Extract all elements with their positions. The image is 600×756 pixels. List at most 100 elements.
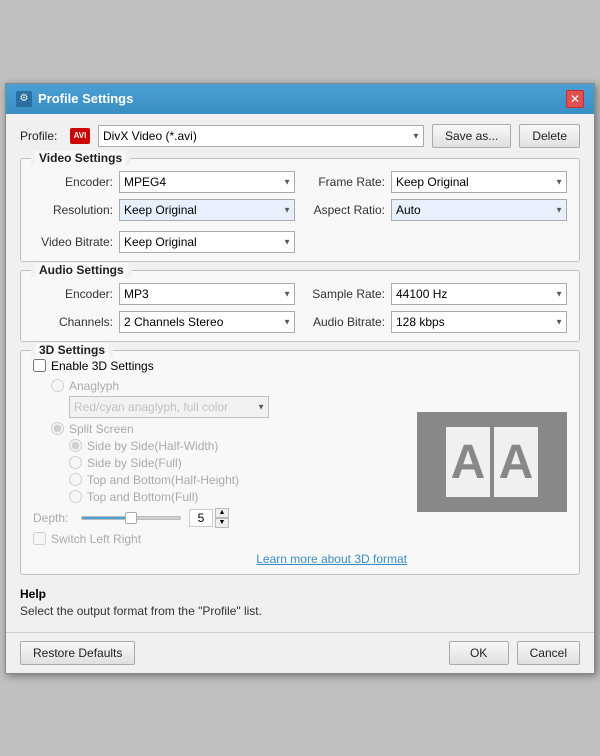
video-settings-grid: Encoder: MPEG4 Frame Rate: Keep Original (33, 171, 567, 253)
audio-encoder-select-wrapper: MP3 (119, 283, 295, 305)
depth-down-arrow[interactable]: ▼ (215, 518, 229, 528)
aa-letter-1: A (446, 427, 490, 497)
channels-select[interactable]: 2 Channels Stereo (119, 311, 295, 333)
anaglyph-row: Anaglyph (51, 379, 407, 393)
resolution-label: Resolution: (33, 203, 113, 217)
audio-settings-section: Audio Settings Encoder: MP3 Sample Rate: (20, 270, 580, 342)
anaglyph-select-wrapper-outer: Red/cyan anaglyph, full color (69, 396, 407, 418)
frame-rate-row: Frame Rate: Keep Original (305, 171, 567, 193)
save-as-button[interactable]: Save as... (432, 124, 511, 148)
restore-defaults-button[interactable]: Restore Defaults (20, 641, 135, 665)
depth-label: Depth: (33, 511, 73, 525)
encoder-select-wrapper: MPEG4 (119, 171, 295, 193)
channels-row: Channels: 2 Channels Stereo (33, 311, 295, 333)
split-option4-radio[interactable] (69, 490, 82, 503)
depth-number-input[interactable] (189, 509, 213, 527)
audio-encoder-label: Encoder: (33, 287, 113, 301)
learn-more-link[interactable]: Learn more about 3D format (33, 552, 407, 566)
enable-3d-checkbox[interactable] (33, 359, 46, 372)
dialog-title: Profile Settings (38, 91, 133, 106)
audio-bitrate-label: Audio Bitrate: (305, 315, 385, 329)
sample-rate-row: Sample Rate: 44100 Hz (305, 283, 567, 305)
video-bitrate-label: Video Bitrate: (33, 235, 113, 249)
split-option3-radio[interactable] (69, 473, 82, 486)
aspect-ratio-label: Aspect Ratio: (305, 203, 385, 217)
aa-preview-box: A A (417, 412, 567, 512)
cancel-button[interactable]: Cancel (517, 641, 580, 665)
frame-rate-select-wrapper: Keep Original (391, 171, 567, 193)
audio-bitrate-row: Audio Bitrate: 128 kbps (305, 311, 567, 333)
anaglyph-radio[interactable] (51, 379, 64, 392)
video-settings-title: Video Settings (31, 151, 130, 165)
split-option1-label[interactable]: Side by Side(Half-Width) (87, 439, 218, 453)
ok-button[interactable]: OK (449, 641, 509, 665)
3d-preview-panel: A A (417, 359, 567, 566)
split-option2-row: Side by Side(Full) (69, 456, 407, 470)
encoder-select[interactable]: MPEG4 (119, 171, 295, 193)
aa-letter-2: A (494, 427, 538, 497)
split-option4-row: Top and Bottom(Full) (69, 490, 407, 504)
footer-right: OK Cancel (449, 641, 580, 665)
sample-rate-select-wrapper: 44100 Hz (391, 283, 567, 305)
help-title: Help (20, 587, 580, 601)
depth-slider[interactable] (81, 516, 181, 520)
channels-label: Channels: (33, 315, 113, 329)
frame-rate-label: Frame Rate: (305, 175, 385, 189)
depth-row: Depth: ▲ ▼ (33, 508, 407, 528)
aspect-ratio-select[interactable]: Auto (391, 199, 567, 221)
depth-slider-fill (82, 517, 131, 519)
settings-3d-title: 3D Settings (31, 343, 113, 357)
sample-rate-label: Sample Rate: (305, 287, 385, 301)
encoder-row: Encoder: MPEG4 (33, 171, 295, 193)
split-option4-label[interactable]: Top and Bottom(Full) (87, 490, 198, 504)
settings-3d-section: 3D Settings Enable 3D Settings Anaglyph (20, 350, 580, 575)
switch-left-right-checkbox[interactable] (33, 532, 46, 545)
aspect-ratio-row: Aspect Ratio: Auto (305, 199, 567, 221)
settings-3d-controls: Enable 3D Settings Anaglyph Red/cyan ana… (33, 359, 407, 566)
dialog-footer: Restore Defaults OK Cancel (6, 632, 594, 673)
help-section: Help Select the output format from the "… (20, 583, 580, 622)
dialog-body: Profile: AVI DivX Video (*.avi) Save as.… (6, 114, 594, 632)
profile-settings-dialog: ⚙ Profile Settings ✕ Profile: AVI DivX V… (5, 83, 595, 674)
profile-row: Profile: AVI DivX Video (*.avi) Save as.… (20, 124, 580, 148)
help-text: Select the output format from the "Profi… (20, 604, 580, 618)
sample-rate-select[interactable]: 44100 Hz (391, 283, 567, 305)
depth-up-arrow[interactable]: ▲ (215, 508, 229, 518)
audio-encoder-select[interactable]: MP3 (119, 283, 295, 305)
audio-settings-grid: Encoder: MP3 Sample Rate: 44100 Hz (33, 283, 567, 333)
split-option1-row: Side by Side(Half-Width) (69, 439, 407, 453)
video-bitrate-select-wrapper: Keep Original (119, 231, 295, 253)
video-bitrate-select[interactable]: Keep Original (119, 231, 295, 253)
dialog-icon: ⚙ (16, 91, 32, 107)
anaglyph-label[interactable]: Anaglyph (69, 379, 119, 393)
anaglyph-select[interactable]: Red/cyan anaglyph, full color (69, 396, 269, 418)
split-option3-row: Top and Bottom(Half-Height) (69, 473, 407, 487)
split-option2-label[interactable]: Side by Side(Full) (87, 456, 182, 470)
split-option1-radio[interactable] (69, 439, 82, 452)
resolution-select[interactable]: Keep Original (119, 199, 295, 221)
split-option2-radio[interactable] (69, 456, 82, 469)
split-option3-label[interactable]: Top and Bottom(Half-Height) (87, 473, 239, 487)
enable-3d-label[interactable]: Enable 3D Settings (51, 359, 154, 373)
profile-select-wrapper: DivX Video (*.avi) (98, 125, 424, 147)
close-button[interactable]: ✕ (566, 90, 584, 108)
aspect-ratio-select-wrapper: Auto (391, 199, 567, 221)
encoder-label: Encoder: (33, 175, 113, 189)
channels-select-wrapper: 2 Channels Stereo (119, 311, 295, 333)
split-screen-label[interactable]: Split Screen (69, 422, 134, 436)
enable-3d-row: Enable 3D Settings (33, 359, 407, 373)
switch-left-right-label[interactable]: Switch Left Right (51, 532, 141, 546)
delete-button[interactable]: Delete (519, 124, 580, 148)
audio-bitrate-select[interactable]: 128 kbps (391, 311, 567, 333)
frame-rate-select[interactable]: Keep Original (391, 171, 567, 193)
depth-spinners: ▲ ▼ (215, 508, 229, 528)
title-bar: ⚙ Profile Settings ✕ (6, 84, 594, 114)
profile-select[interactable]: DivX Video (*.avi) (98, 125, 424, 147)
split-screen-radio[interactable] (51, 422, 64, 435)
video-bitrate-row: Video Bitrate: Keep Original (33, 231, 295, 253)
video-settings-section: Video Settings Encoder: MPEG4 Frame Rate… (20, 158, 580, 262)
depth-slider-thumb (125, 512, 137, 524)
audio-encoder-row: Encoder: MP3 (33, 283, 295, 305)
depth-value-input: ▲ ▼ (189, 508, 229, 528)
anaglyph-select-wrapper: Red/cyan anaglyph, full color (69, 396, 269, 418)
